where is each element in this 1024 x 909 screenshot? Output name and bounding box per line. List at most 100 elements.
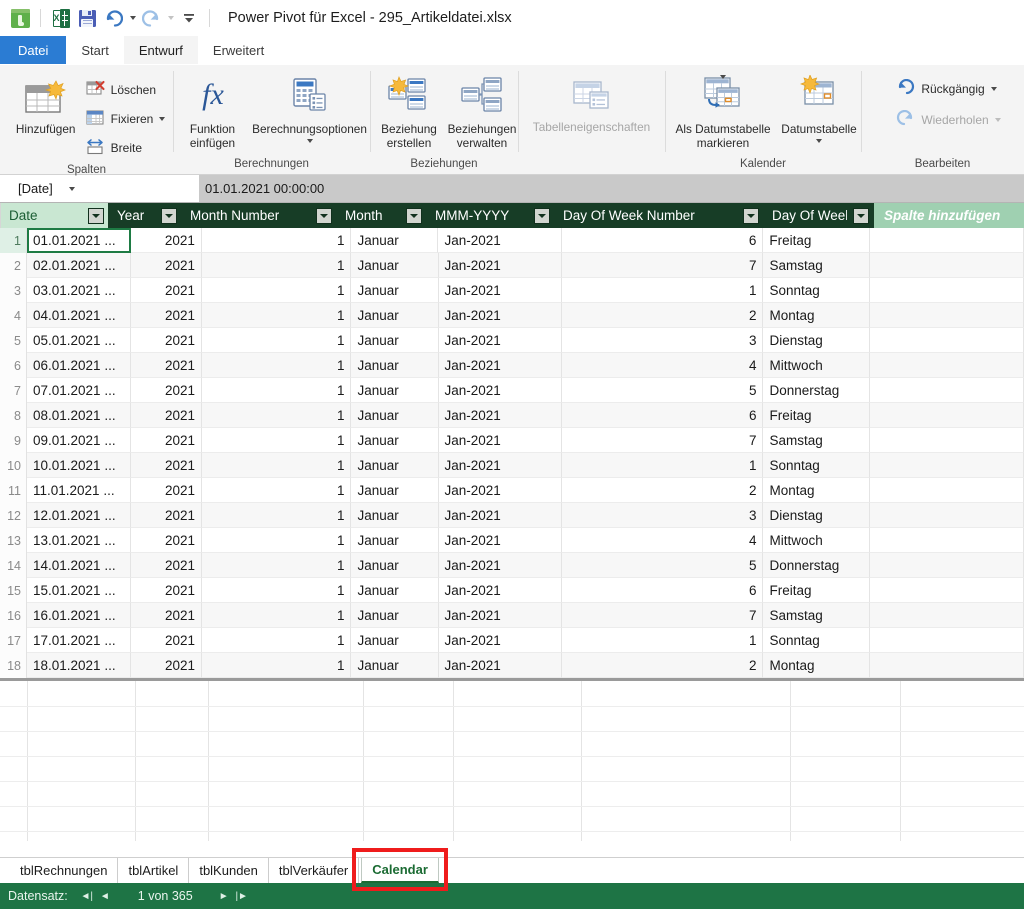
- table-cell[interactable]: 2021: [131, 553, 202, 578]
- table-cell[interactable]: 1: [201, 628, 352, 653]
- table-cell[interactable]: 2: [562, 303, 764, 328]
- table-cell[interactable]: 1: [201, 578, 352, 603]
- table-cell[interactable]: Samstag: [763, 253, 870, 278]
- calculation-options-button[interactable]: Berechnungsoptionen: [249, 71, 371, 145]
- table-cell[interactable]: Freitag: [763, 578, 870, 603]
- table-cell[interactable]: 1: [201, 353, 352, 378]
- table-cell[interactable]: Januar: [351, 553, 439, 578]
- table-row[interactable]: 2 02.01.2021 ... 2021 1 Januar Jan-2021 7 Samst…: [0, 253, 1024, 278]
- table-cell[interactable]: 2: [562, 478, 764, 503]
- table-row[interactable]: 10 10.01.2021 ... 2021 1 Januar Jan-2021 1 Sonn…: [0, 453, 1024, 478]
- table-cell[interactable]: Januar: [351, 528, 439, 553]
- table-cell[interactable]: 7: [562, 253, 764, 278]
- mark-as-date-table-button[interactable]: Als Datumstabelle markieren: [669, 71, 777, 153]
- next-record-icon[interactable]: ►: [215, 887, 233, 905]
- table-cell[interactable]: 04.01.2021 ...: [27, 303, 132, 328]
- table-row[interactable]: 16 16.01.2021 ... 2021 1 Januar Jan-2021 7 Sams…: [0, 603, 1024, 628]
- table-cell[interactable]: Donnerstag: [763, 378, 870, 403]
- row-number[interactable]: 17: [0, 628, 27, 653]
- freeze-column-button[interactable]: Fixieren: [82, 107, 170, 131]
- row-number[interactable]: 5: [0, 328, 27, 353]
- table-cell[interactable]: 1: [201, 378, 352, 403]
- table-cell[interactable]: 2021: [131, 378, 202, 403]
- table-cell[interactable]: 2021: [131, 228, 202, 253]
- table-cell[interactable]: 07.01.2021 ...: [27, 378, 132, 403]
- table-cell[interactable]: Dienstag: [763, 328, 870, 353]
- table-cell-empty[interactable]: [869, 503, 1024, 528]
- table-cell[interactable]: Januar: [351, 428, 439, 453]
- create-relationship-button[interactable]: Beziehung erstellen: [373, 71, 445, 153]
- table-cell[interactable]: Samstag: [763, 428, 870, 453]
- table-cell[interactable]: Januar: [351, 578, 439, 603]
- tab-datei[interactable]: Datei: [0, 36, 67, 65]
- table-cell[interactable]: 6: [562, 403, 764, 428]
- chevron-down-icon[interactable]: [159, 117, 166, 121]
- table-cell[interactable]: Januar: [351, 503, 439, 528]
- table-cell[interactable]: Montag: [763, 478, 870, 503]
- row-number[interactable]: 14: [0, 553, 27, 578]
- table-cell[interactable]: 1: [201, 303, 352, 328]
- table-cell[interactable]: Januar: [351, 328, 439, 353]
- table-cell[interactable]: Sonntag: [763, 278, 870, 303]
- column-header-mmm-yyyy[interactable]: MMM-YYYY: [427, 203, 555, 228]
- table-cell-empty[interactable]: [869, 453, 1024, 478]
- last-record-icon[interactable]: |►: [233, 887, 251, 905]
- table-cell[interactable]: 2021: [131, 603, 202, 628]
- table-cell[interactable]: 08.01.2021 ...: [27, 403, 132, 428]
- row-number[interactable]: 6: [0, 353, 27, 378]
- table-cell[interactable]: 05.01.2021 ...: [27, 328, 132, 353]
- column-header-month[interactable]: Month: [337, 203, 427, 228]
- column-header-month-number[interactable]: Month Number: [182, 203, 337, 228]
- table-cell[interactable]: 2021: [131, 353, 202, 378]
- table-cell[interactable]: Januar: [351, 453, 439, 478]
- filter-dropdown-icon[interactable]: [316, 207, 332, 224]
- column-header-day-of-week-number[interactable]: Day Of Week Number: [555, 203, 764, 228]
- table-cell[interactable]: Donnerstag: [763, 553, 870, 578]
- filter-dropdown-icon[interactable]: [853, 207, 869, 224]
- filter-dropdown-icon[interactable]: [743, 207, 759, 224]
- table-row[interactable]: 15 15.01.2021 ... 2021 1 Januar Jan-2021 6 Frei…: [0, 578, 1024, 603]
- row-number[interactable]: 10: [0, 453, 27, 478]
- table-cell-empty[interactable]: [869, 603, 1024, 628]
- table-cell[interactable]: 1: [201, 528, 352, 553]
- tab-erweitert[interactable]: Erweitert: [198, 36, 279, 65]
- table-cell[interactable]: 03.01.2021 ...: [27, 278, 132, 303]
- table-cell[interactable]: Januar: [351, 253, 439, 278]
- table-cell[interactable]: Jan-2021: [438, 628, 563, 653]
- save-icon[interactable]: [75, 6, 99, 30]
- table-cell[interactable]: 10.01.2021 ...: [27, 453, 132, 478]
- delete-column-button[interactable]: Löschen: [82, 78, 170, 102]
- table-cell[interactable]: 13.01.2021 ...: [27, 528, 132, 553]
- table-cell[interactable]: Jan-2021: [438, 553, 563, 578]
- column-width-button[interactable]: Breite: [82, 136, 170, 160]
- sheet-tab-tblartikel[interactable]: tblArtikel: [118, 858, 190, 883]
- previous-record-icon[interactable]: ◄: [96, 887, 114, 905]
- table-cell[interactable]: 2021: [131, 328, 202, 353]
- table-cell[interactable]: 2021: [131, 453, 202, 478]
- table-cell[interactable]: 6: [562, 578, 764, 603]
- row-number[interactable]: 13: [0, 528, 27, 553]
- row-number[interactable]: 9: [0, 428, 27, 453]
- table-cell[interactable]: Jan-2021: [438, 278, 563, 303]
- table-cell[interactable]: Mittwoch: [763, 528, 870, 553]
- table-cell[interactable]: Jan-2021: [438, 353, 563, 378]
- table-cell[interactable]: Jan-2021: [438, 428, 563, 453]
- sheet-tab-tblrechnungen[interactable]: tblRechnungen: [10, 858, 119, 883]
- table-cell[interactable]: Januar: [351, 603, 439, 628]
- table-cell[interactable]: Januar: [351, 303, 439, 328]
- add-column-button[interactable]: Hinzufügen: [10, 71, 82, 139]
- table-cell-empty[interactable]: [869, 403, 1024, 428]
- table-cell[interactable]: 17.01.2021 ...: [27, 628, 132, 653]
- chevron-down-icon[interactable]: [68, 186, 75, 191]
- sheet-tab-tblverkäufer[interactable]: tblVerkäufer: [269, 858, 360, 883]
- table-cell[interactable]: Jan-2021: [438, 453, 563, 478]
- table-cell[interactable]: 2021: [131, 628, 202, 653]
- table-cell[interactable]: 12.01.2021 ...: [27, 503, 132, 528]
- table-cell[interactable]: 4: [562, 528, 764, 553]
- table-cell[interactable]: 6: [562, 228, 764, 253]
- table-cell[interactable]: Jan-2021: [438, 303, 563, 328]
- table-row[interactable]: 17 17.01.2021 ... 2021 1 Januar Jan-2021 1 Sonn…: [0, 628, 1024, 653]
- table-cell[interactable]: 09.01.2021 ...: [27, 428, 132, 453]
- table-cell[interactable]: Januar: [351, 228, 439, 253]
- date-table-button[interactable]: Datumstabelle: [777, 71, 861, 145]
